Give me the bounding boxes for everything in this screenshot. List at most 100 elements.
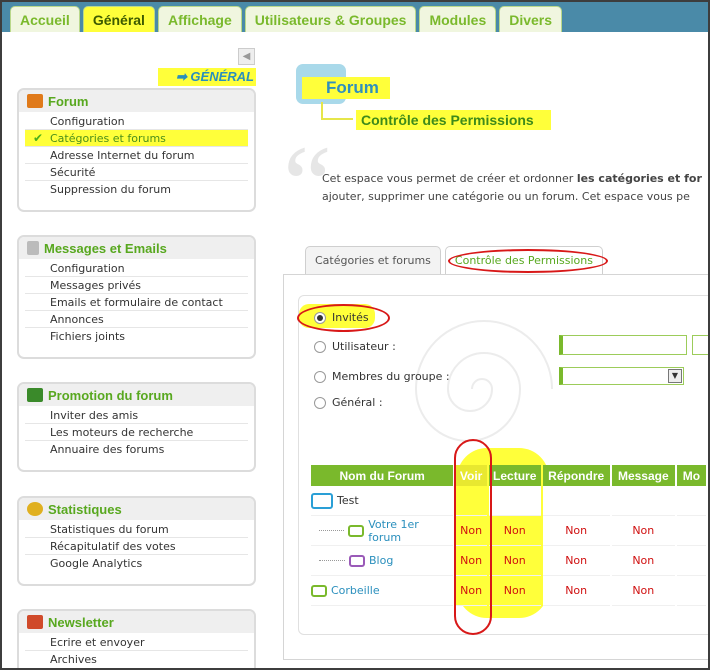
sidebar-item-votes[interactable]: Récapitulatif des votes [25, 538, 248, 555]
tab-utilisateurs-groupes[interactable]: Utilisateurs & Groupes [244, 6, 417, 32]
radio-general[interactable]: Général : [314, 396, 383, 409]
radio-label: Membres du groupe : [332, 370, 450, 383]
sidebar-item-annonces[interactable]: Annonces [25, 311, 248, 328]
cell-lecture[interactable]: Non [488, 576, 541, 606]
sidebar-box-header: Newsletter [19, 611, 254, 633]
tab-accueil[interactable]: Accueil [10, 6, 80, 32]
tab-categories-forums[interactable]: Catégories et forums [305, 246, 441, 274]
col-message: Message [611, 465, 675, 486]
table-header-row: Nom du Forum Voir Lecture Répondre Messa… [311, 465, 706, 486]
table-row: Corbeille Non Non Non Non [311, 576, 706, 606]
table-row: Blog Non Non Non Non [311, 546, 706, 576]
radio-label: Utilisateur : [332, 340, 396, 353]
sidebar-item-inviter[interactable]: Inviter des amis [25, 407, 248, 424]
sidebar-item-messages-prives[interactable]: Messages privés [25, 277, 248, 294]
radio-label: Général : [332, 396, 383, 409]
green-chat-icon [311, 584, 327, 597]
sidebar-box-messages: Messages et Emails Configuration Message… [17, 235, 256, 359]
cell-repondre[interactable]: Non [542, 516, 610, 546]
tab-divers[interactable]: Divers [499, 6, 563, 32]
megaphone-icon [27, 388, 43, 402]
sidebar-item-securite[interactable]: Sécurité [25, 164, 248, 181]
sidebar-item-annuaire[interactable]: Annuaire des forums [25, 441, 248, 458]
green-chat-icon [348, 524, 365, 537]
forums-table: Nom du Forum Voir Lecture Répondre Messa… [309, 465, 708, 606]
annotation-circle [448, 249, 608, 273]
sidebar-item-ecrire[interactable]: Ecrire et envoyer [25, 634, 248, 651]
cell-lecture[interactable]: Non [488, 516, 541, 546]
tab-affichage[interactable]: Affichage [157, 6, 242, 32]
blue-chat-icon [311, 492, 333, 509]
forum-name-cell: Test [311, 486, 454, 516]
cell-mo [676, 516, 706, 546]
user-input[interactable] [559, 335, 687, 355]
radio-button[interactable] [314, 370, 326, 383]
table-row: Votre 1er forum Non Non Non Non [311, 516, 706, 546]
radio-label: Invités [332, 311, 369, 324]
forum-name-cell: Votre 1er forum [311, 516, 454, 546]
forum-name-cell: Blog [311, 546, 454, 576]
sidebar-item-configuration[interactable]: Configuration [25, 113, 248, 130]
radio-invites[interactable]: Invités [314, 311, 369, 324]
forum-name: Test [337, 494, 359, 507]
sidebar-box-promotion: Promotion du forum Inviter des amis Les … [17, 382, 256, 472]
intro-bold: les catégories et for [576, 172, 702, 185]
intro-line: ajouter, supprimer une catégorie ou un f… [322, 190, 690, 203]
sidebar-box-newsletter: Newsletter Ecrire et envoyer Archives [17, 609, 256, 668]
sidebar-item-configuration[interactable]: Configuration [25, 260, 248, 277]
sidebar-item-statistiques[interactable]: Statistiques du forum [25, 521, 248, 538]
pie-chart-icon [27, 502, 43, 516]
cell-message[interactable]: Non [611, 516, 675, 546]
cell-message[interactable]: Non [611, 576, 675, 606]
sidebar-box-title: Promotion du forum [48, 387, 173, 403]
collapse-sidebar-button[interactable]: ◀ [238, 48, 255, 65]
tab-general[interactable]: Général [82, 6, 155, 32]
purple-chat-icon [349, 554, 365, 567]
sidebar-box-title: Messages et Emails [44, 240, 167, 256]
radio-button[interactable] [314, 396, 326, 409]
sidebar-box-forum: Forum Configuration ✔ Catégories et forum… [17, 88, 256, 212]
table-row: Test [311, 486, 706, 516]
tab-modules[interactable]: Modules [419, 6, 497, 32]
cell [676, 486, 706, 516]
sidebar-item-fichiers[interactable]: Fichiers joints [25, 328, 248, 345]
cell-lecture[interactable]: Non [488, 546, 541, 576]
cell [542, 486, 610, 516]
cell-message[interactable]: Non [611, 546, 675, 576]
sidebar-box-title: Forum [48, 93, 89, 109]
sidebar-item-moteurs[interactable]: Les moteurs de recherche [25, 424, 248, 441]
cell-repondre[interactable]: Non [542, 546, 610, 576]
forum-name[interactable]: Corbeille [331, 584, 380, 597]
sidebar-item-analytics[interactable]: Google Analytics [25, 555, 248, 572]
wrench-icon [27, 94, 43, 108]
sidebar-item-adresse[interactable]: Adresse Internet du forum [25, 147, 248, 164]
sidebar-item-suppression[interactable]: Suppression du forum [25, 181, 248, 198]
cell-repondre[interactable]: Non [542, 576, 610, 606]
sidebar-box-title: Newsletter [48, 614, 114, 630]
col-nom-du-forum: Nom du Forum [311, 465, 454, 486]
intro-text: Cet espace vous permet de créer et ordon… [322, 170, 708, 206]
sidebar-box-statistiques: Statistiques Statistiques du forum Récap… [17, 496, 256, 586]
sidebar-box-header: Statistiques [19, 498, 254, 520]
sidebar-item-emails[interactable]: Emails et formulaire de contact [25, 294, 248, 311]
chevron-down-icon: ▼ [668, 369, 682, 383]
sidebar-item-archives[interactable]: Archives [25, 651, 248, 668]
forum-name[interactable]: Blog [369, 554, 393, 567]
app-window: { "tabs": ["Accueil", "Général", "Affich… [0, 0, 710, 670]
user-search-button[interactable] [692, 335, 708, 355]
radio-membres-groupe[interactable]: Membres du groupe : [314, 370, 450, 383]
sidebar-heading: ➡ GÉNÉRAL [158, 68, 256, 86]
cell-mo [676, 576, 706, 606]
forum-name[interactable]: Votre 1er forum [368, 518, 453, 544]
intro-line: Cet espace vous permet de créer et ordon… [322, 172, 577, 185]
radio-button[interactable] [314, 340, 326, 353]
tree-connector [319, 560, 345, 561]
sidebar-item-categories[interactable]: ✔ Catégories et forums [25, 130, 248, 147]
group-select[interactable]: ▼ [559, 367, 684, 385]
radio-button[interactable] [314, 311, 326, 324]
page-subtitle: Contrôle des Permissions [356, 110, 551, 130]
arrow-connector [321, 118, 353, 120]
sidebar-item-label: Catégories et forums [50, 132, 166, 145]
envelope-icon [27, 615, 43, 629]
radio-utilisateur[interactable]: Utilisateur : [314, 340, 396, 353]
